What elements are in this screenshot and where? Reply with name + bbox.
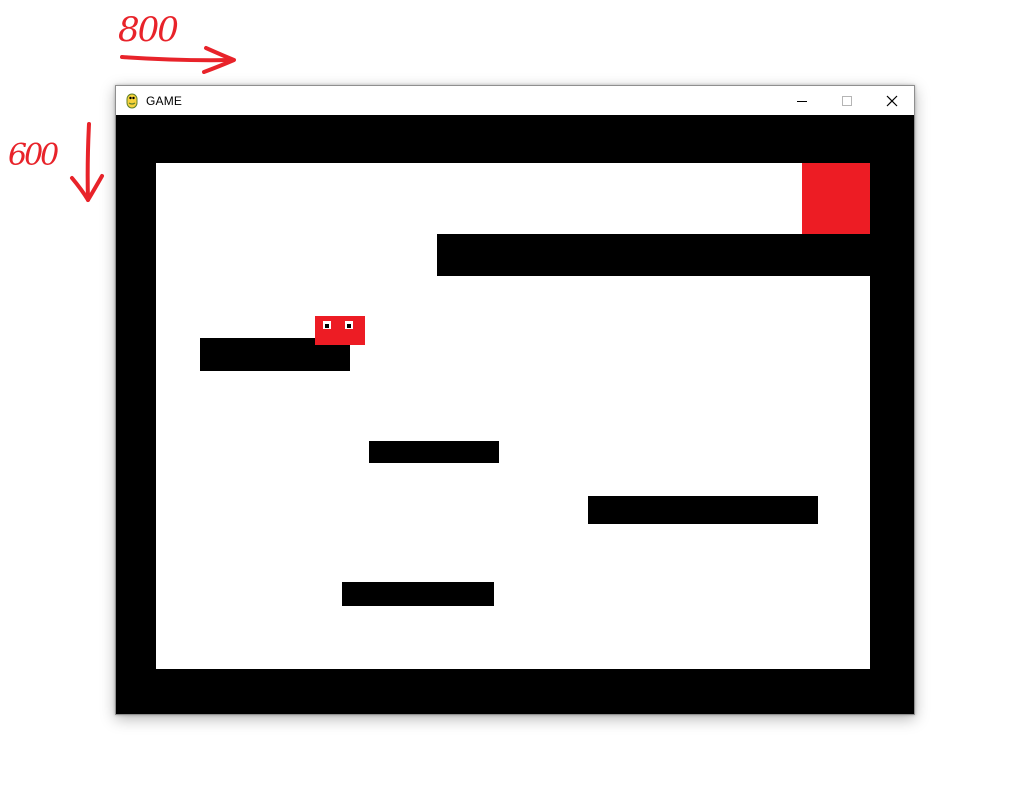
player-eye-left: [323, 321, 331, 329]
maximize-button[interactable]: [824, 86, 869, 115]
goal-block: [802, 163, 870, 234]
minimize-icon: [796, 100, 807, 102]
height-annotation: 600: [8, 138, 59, 173]
platform-bottom: [342, 582, 494, 606]
game-canvas[interactable]: [116, 115, 914, 714]
player-eye-right: [345, 321, 353, 329]
window-controls: [779, 86, 914, 115]
close-button[interactable]: [869, 86, 914, 115]
platform-middle: [369, 441, 499, 463]
right-arrow-icon: [120, 46, 236, 74]
playfield: [156, 163, 870, 669]
platform-right: [588, 496, 818, 524]
player-character: [315, 316, 365, 345]
title-bar[interactable]: GAME: [116, 86, 914, 115]
game-window: GAME: [115, 85, 915, 715]
window-title: GAME: [146, 93, 183, 108]
minimize-button[interactable]: [779, 86, 824, 115]
close-icon: [886, 95, 897, 106]
pygame-snake-icon: [126, 93, 138, 108]
down-arrow-icon: [70, 122, 104, 202]
maximize-icon: [841, 95, 852, 106]
height-annotation-label: 600: [8, 138, 59, 173]
platform-top-long: [437, 234, 870, 276]
